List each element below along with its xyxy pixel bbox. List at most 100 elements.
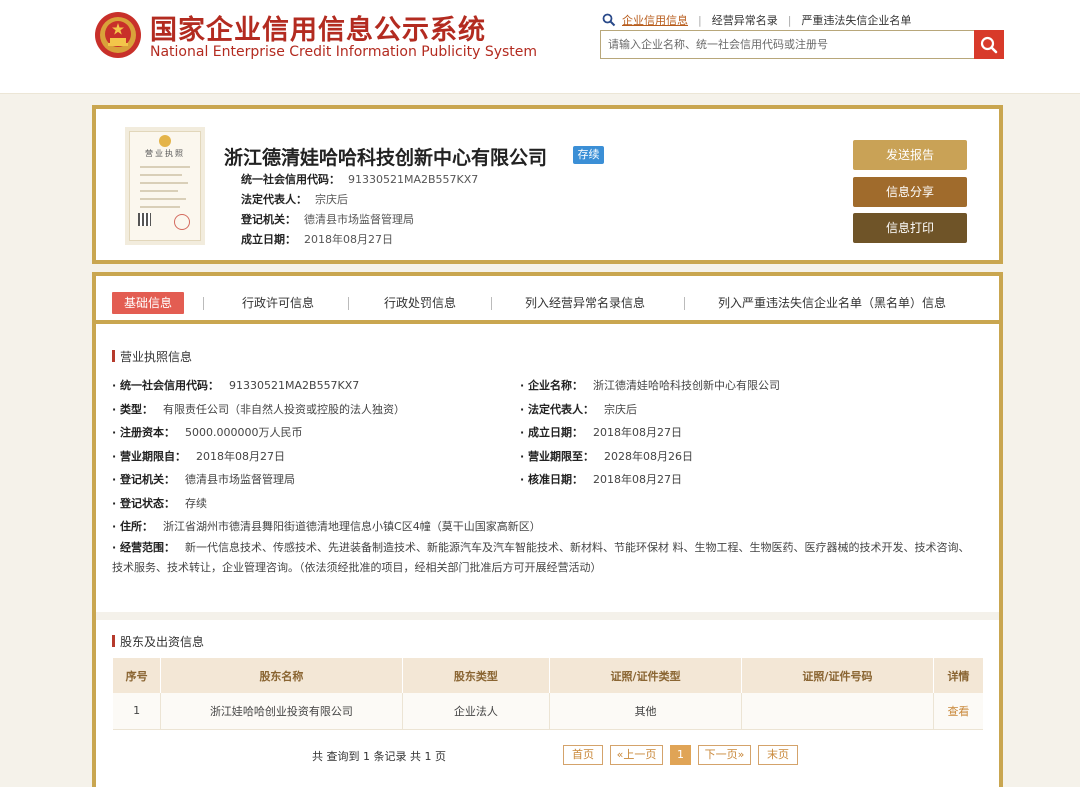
pager-prev[interactable]: «上一页 [610, 745, 663, 765]
tab-admin-penalty[interactable]: 行政处罚信息 [384, 292, 456, 314]
table-row: 1 浙江娃哈哈创业投资有限公司 企业法人 其他 查看 [113, 693, 983, 730]
field-approval-date: · 核准日期： 2018年08月27日 [520, 471, 682, 487]
search-icon [602, 13, 616, 27]
view-detail-link[interactable]: 查看 [933, 693, 983, 730]
field-label: · 注册资本： [112, 426, 176, 439]
national-emblem-icon [95, 12, 141, 58]
section-title-license: 营业执照信息 [112, 348, 192, 365]
license-text-line [140, 198, 186, 200]
tab-basic-info[interactable]: 基础信息 [112, 292, 185, 314]
tab-admin-license[interactable]: 行政许可信息 [242, 292, 314, 314]
link-blacklist[interactable]: 严重违法失信企业名单 [801, 12, 911, 28]
license-text-line [140, 206, 180, 208]
search-button[interactable] [974, 30, 1004, 59]
search-icon [980, 36, 998, 53]
tab-separator [203, 297, 204, 310]
license-text-line [140, 182, 188, 184]
table-cell [741, 693, 934, 730]
pager-last[interactable]: 末页 [758, 745, 798, 765]
tab-separator [348, 297, 349, 310]
field-label: · 营业期限自： [112, 450, 187, 463]
site-title-cn: 国家企业信用信息公示系统 [150, 15, 486, 46]
field-label: · 企业名称： [520, 379, 584, 392]
table-cell: 企业法人 [402, 693, 551, 730]
field-label: · 登记状态： [112, 497, 176, 510]
tab-separator [684, 297, 685, 310]
site-title-en: National Enterprise Credit Information P… [150, 44, 538, 60]
table-cell: 1 [113, 693, 162, 730]
field-reg-status: · 登记状态： 存续 [112, 495, 207, 511]
table-header-row: 序号 股东名称 股东类型 证照/证件类型 证照/证件号码 详情 [113, 658, 983, 693]
tab-blacklist[interactable]: 列入严重违法失信企业名单（黑名单）信息 [718, 292, 946, 314]
seal-stamp-icon [174, 214, 190, 230]
share-info-button[interactable]: 信息分享 [853, 177, 967, 207]
status-badge: 存续 [573, 146, 604, 164]
site-header: 国家企业信用信息公示系统 National Enterprise Credit … [0, 0, 1080, 94]
field-term-from: · 营业期限自： 2018年08月27日 [112, 448, 285, 464]
info-tabs: 基础信息 行政许可信息 行政处罚信息 列入经营异常名录信息 列入严重违法失信企业… [96, 276, 999, 324]
search-input[interactable] [601, 31, 975, 58]
col-header: 证照/证件类型 [549, 658, 742, 693]
company-summary-card: 营业执照 浙江德清娃哈哈科技创新中心有限公司 存续 统一社会信用代码： 91330… [92, 105, 1003, 264]
link-separator: | [698, 13, 702, 27]
field-value: 宗庆后 [604, 403, 638, 416]
col-header: 序号 [113, 658, 162, 693]
license-text-line [140, 166, 190, 168]
field-label: · 核准日期： [520, 473, 584, 486]
field-label: · 统一社会信用代码： [112, 379, 220, 392]
field-value: 存续 [185, 497, 208, 510]
link-abnormal-list[interactable]: 经营异常名录 [712, 12, 778, 28]
business-license-thumbnail[interactable]: 营业执照 [129, 131, 201, 241]
license-heading: 营业执照 [145, 149, 185, 158]
field-legal-rep: · 法定代表人： 宗庆后 [520, 401, 637, 417]
print-info-button[interactable]: 信息打印 [853, 213, 967, 243]
legal-rep-value: 宗庆后 [315, 193, 348, 206]
col-header: 股东名称 [160, 658, 403, 693]
field-founded: · 成立日期： 2018年08月27日 [520, 424, 682, 440]
section-divider [96, 612, 999, 620]
record-count: 共 查询到 1 条记录 共 1 页 [312, 750, 446, 763]
field-value: 2018年08月27日 [593, 473, 683, 486]
field-value: 浙江德清娃哈哈科技创新中心有限公司 [593, 379, 781, 392]
field-label: · 营业期限至： [520, 450, 595, 463]
legal-rep-row: 法定代表人： 宗庆后 [241, 191, 348, 207]
field-value: 5000.000000万人民币 [185, 426, 303, 439]
founded-value: 2018年08月27日 [304, 233, 393, 246]
link-separator: | [787, 13, 792, 27]
license-text-line [140, 190, 178, 192]
field-reg-capital: · 注册资本： 5000.000000万人民币 [112, 424, 303, 440]
company-name: 浙江德清娃哈哈科技创新中心有限公司 [224, 147, 548, 169]
tab-abnormal-list[interactable]: 列入经营异常名录信息 [525, 292, 645, 314]
pager-first[interactable]: 首页 [563, 745, 603, 765]
license-text-line [140, 174, 182, 176]
field-value: 德清县市场监督管理局 [185, 473, 296, 486]
field-value: 浙江省湖州市德清县舞阳街道德清地理信息小镇C区4幢（莫干山国家高新区） [163, 520, 541, 533]
field-authority: · 登记机关： 德清县市场监督管理局 [112, 471, 295, 487]
field-label: · 法定代表人： [520, 403, 595, 416]
credit-code-row: 统一社会信用代码： 91330521MA2B557KX7 [241, 171, 478, 187]
shareholders-table: 序号 股东名称 股东类型 证照/证件类型 证照/证件号码 详情 1 浙江娃哈哈创… [113, 658, 983, 730]
field-address: · 住所： 浙江省湖州市德清县舞阳街道德清地理信息小镇C区4幢（莫干山国家高新区） [112, 518, 541, 534]
section-title-shareholders: 股东及出资信息 [112, 633, 204, 650]
send-report-button[interactable]: 发送报告 [853, 140, 967, 170]
main-content: 基础信息 行政许可信息 行政处罚信息 列入经营异常名录信息 列入严重违法失信企业… [92, 272, 1003, 787]
field-term-to: · 营业期限至： 2028年08月26日 [520, 448, 693, 464]
pager-current[interactable]: 1 [670, 745, 691, 765]
field-label: · 住所： [112, 520, 154, 533]
authority-row: 登记机关： 德清县市场监督管理局 [241, 211, 414, 227]
credit-code-label: 统一社会信用代码： [241, 173, 340, 186]
field-value: 91330521MA2B557KX7 [229, 379, 360, 392]
field-label: · 登记机关： [112, 473, 176, 486]
authority-value: 德清县市场监督管理局 [304, 213, 414, 226]
credit-code-value: 91330521MA2B557KX7 [348, 173, 479, 186]
link-enterprise-credit[interactable]: 企业信用信息 [622, 12, 688, 28]
search-box [600, 30, 1004, 59]
field-value: 有限责任公司（非自然人投资或控股的法人独资） [163, 403, 406, 416]
license-emblem-icon [159, 135, 171, 147]
field-label: · 经营范围： [112, 541, 176, 554]
field-value: 2018年08月27日 [593, 426, 683, 439]
pager-next[interactable]: 下一页» [698, 745, 751, 765]
founded-row: 成立日期： 2018年08月27日 [241, 231, 393, 247]
field-label: · 类型： [112, 403, 154, 416]
field-business-scope: · 经营范围： 新一代信息技术、传感技术、先进装备制造技术、新能源汽车及汽车智能技… [112, 538, 972, 578]
